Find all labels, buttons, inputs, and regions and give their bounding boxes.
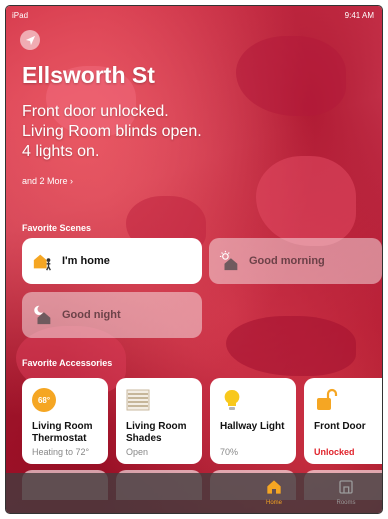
tab-bar: Home Rooms: [6, 473, 382, 513]
house-sun-icon: [219, 250, 238, 271]
scene-good-morning[interactable]: Good morning: [209, 238, 382, 284]
lightbulb-icon: [224, 389, 240, 410]
scene-label: I'm home: [62, 255, 110, 267]
location-button[interactable]: [20, 30, 40, 50]
accessory-shades[interactable]: Living Room Shades Open: [116, 378, 202, 464]
home-title: Ellsworth St: [22, 62, 155, 88]
summary-line: Living Room blinds open.: [22, 123, 202, 140]
status-bar: iPad 9:41 AM: [6, 6, 382, 24]
accessory-thermostat[interactable]: 68° Living Room Thermostat Heating to 72…: [22, 378, 108, 464]
tab-label: Home: [265, 500, 282, 506]
summary-line: 4 lights on.: [22, 143, 100, 160]
favorite-accessories-heading: Favorite Accessories: [22, 358, 113, 368]
foliage-decoration: [236, 36, 346, 116]
more-status-link[interactable]: and 2 More ›: [22, 176, 73, 186]
favorite-scenes-heading: Favorite Scenes: [22, 223, 92, 233]
accessory-hallway-light[interactable]: Hallway Light 70%: [210, 378, 296, 464]
foliage-decoration: [226, 316, 356, 376]
home-app-screen: iPad 9:41 AM Ellsworth St Front door unl…: [6, 6, 382, 513]
tab-rooms[interactable]: Rooms: [326, 479, 366, 506]
accessory-status: Open: [126, 447, 149, 457]
scene-label: Good morning: [249, 255, 325, 267]
scene-label: Good night: [62, 309, 121, 321]
accessory-name: Living Room Thermostat: [32, 421, 93, 444]
accessory-name: Front Door: [314, 421, 366, 432]
tab-home[interactable]: Home: [254, 479, 294, 506]
foliage-decoration: [256, 156, 356, 246]
tab-label: Rooms: [336, 500, 356, 506]
house-icon: [267, 480, 281, 494]
accessory-status: 70%: [220, 447, 239, 457]
accessory-status: Heating to 72°: [32, 447, 90, 457]
scene-good-night[interactable]: Good night: [22, 292, 202, 338]
accessory-name: Hallway Light: [220, 421, 285, 432]
clock: 9:41 AM: [344, 11, 374, 20]
house-moon-icon: [34, 305, 51, 325]
rooms-icon: [339, 480, 353, 494]
house-person-icon: [33, 254, 51, 271]
shades-icon: [126, 389, 150, 411]
carrier-label: iPad: [12, 11, 29, 20]
accessory-name: Living Room Shades: [126, 421, 187, 444]
thermostat-icon: 68°: [32, 388, 56, 412]
home-status-summary: Front door unlocked. Living Room blinds …: [22, 102, 202, 162]
location-arrow-icon: [25, 35, 35, 45]
lock-open-icon: [317, 388, 338, 410]
accessory-status: Unlocked: [314, 447, 355, 457]
scene-im-home[interactable]: I'm home: [22, 238, 202, 284]
thermostat-temperature: 68°: [37, 395, 51, 405]
summary-line: Front door unlocked.: [22, 103, 169, 120]
accessory-front-door[interactable]: Front Door Unlocked: [304, 378, 382, 464]
